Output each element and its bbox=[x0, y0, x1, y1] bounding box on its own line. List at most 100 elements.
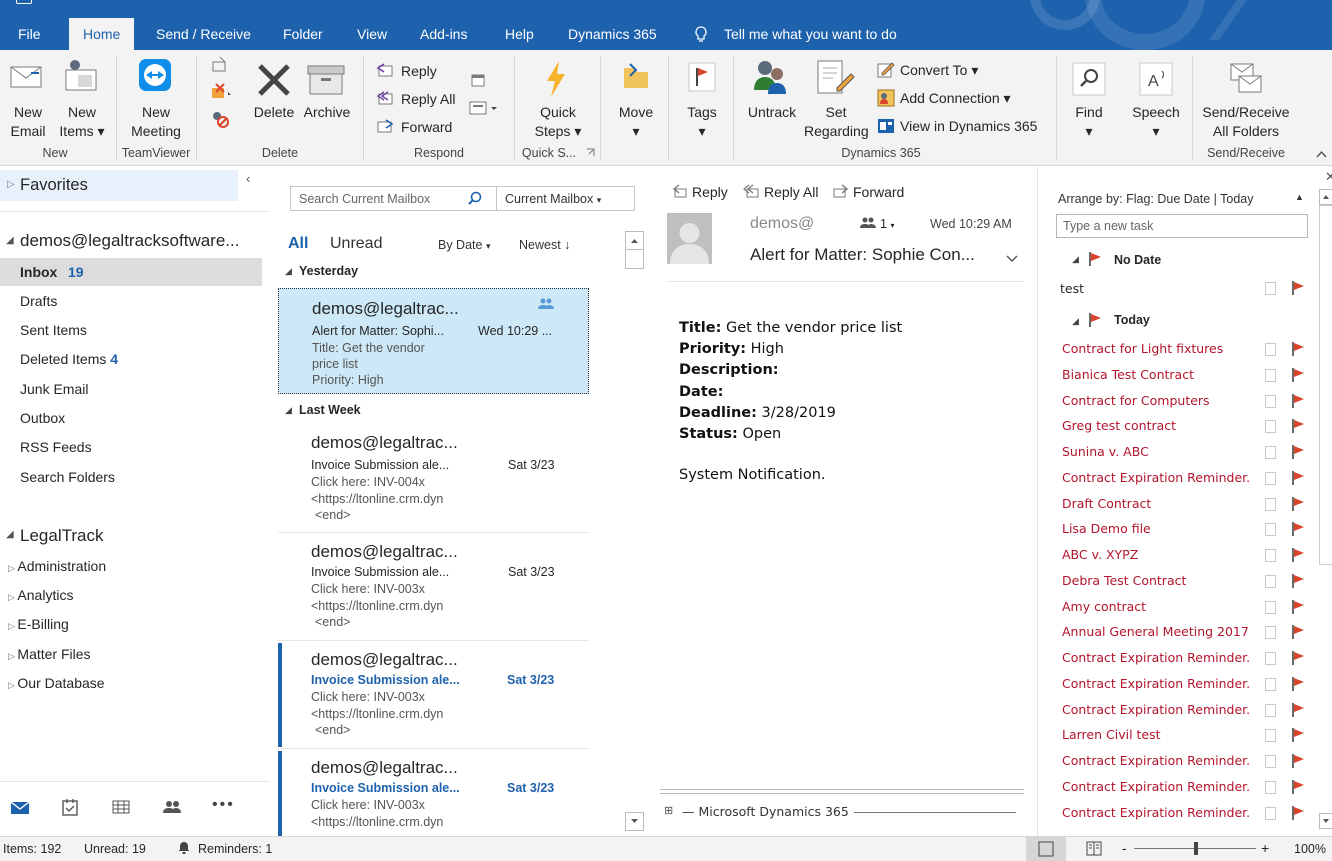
task-item[interactable]: Contract Expiration Reminder. bbox=[1062, 805, 1250, 820]
add-connection-button[interactable]: Add Connection ▾ bbox=[900, 89, 1011, 107]
view-in-dynamics-button[interactable]: View in Dynamics 365 bbox=[900, 117, 1037, 135]
task-item[interactable]: Larren Civil test bbox=[1062, 727, 1161, 742]
tab-file[interactable]: File bbox=[18, 18, 41, 50]
normal-view-button[interactable] bbox=[1026, 837, 1066, 861]
move-button[interactable]: Move ▾ bbox=[613, 103, 659, 141]
recipient-count[interactable]: 1 ▾ bbox=[880, 217, 894, 231]
tab-add-ins[interactable]: Add-ins bbox=[420, 18, 467, 50]
people-icon[interactable] bbox=[163, 800, 181, 814]
task-item[interactable]: Sunina v. ABC bbox=[1062, 444, 1149, 459]
task-item[interactable]: Contract Expiration Reminder. bbox=[1062, 753, 1250, 768]
dialog-launcher-icon[interactable] bbox=[586, 148, 595, 157]
reply-button[interactable]: Reply bbox=[692, 184, 728, 200]
expand-header-icon[interactable] bbox=[1006, 255, 1018, 263]
task-complete-checkbox[interactable] bbox=[1265, 549, 1276, 562]
collapse-ribbon-icon[interactable] bbox=[1316, 150, 1327, 158]
task-complete-checkbox[interactable] bbox=[1265, 729, 1276, 742]
account-header[interactable]: demos@legaltracksoftware... bbox=[20, 231, 239, 251]
quick-steps-button[interactable]: Quick Steps ▾ bbox=[533, 103, 583, 141]
task-complete-checkbox[interactable] bbox=[1265, 626, 1276, 639]
tab-dynamics-365[interactable]: Dynamics 365 bbox=[568, 18, 657, 50]
calendar-icon[interactable] bbox=[62, 798, 78, 816]
zoom-out-button[interactable]: - bbox=[1122, 840, 1127, 856]
task-complete-checkbox[interactable] bbox=[1265, 446, 1276, 459]
filter-all[interactable]: All bbox=[288, 235, 308, 253]
task-complete-checkbox[interactable] bbox=[1265, 575, 1276, 588]
set-regarding-button[interactable]: Set Regarding bbox=[804, 103, 869, 141]
task-item[interactable]: Contract Expiration Reminder. bbox=[1062, 650, 1250, 665]
folder-sent-items[interactable]: Sent Items bbox=[20, 322, 87, 338]
zoom-in-button[interactable]: + bbox=[1261, 840, 1269, 856]
archive-button[interactable]: Archive bbox=[301, 103, 353, 122]
task-complete-checkbox[interactable] bbox=[1265, 807, 1276, 820]
task-complete-checkbox[interactable] bbox=[1265, 704, 1276, 717]
folder-administration[interactable]: ▷ Administration bbox=[8, 558, 106, 574]
task-complete-checkbox[interactable] bbox=[1265, 678, 1276, 691]
task-item[interactable]: Contract Expiration Reminder. bbox=[1062, 702, 1250, 717]
task-item[interactable]: Lisa Demo file bbox=[1062, 521, 1151, 536]
find-button[interactable]: Find ▾ bbox=[1064, 103, 1114, 141]
task-complete-checkbox[interactable] bbox=[1265, 472, 1276, 485]
message-item-unread[interactable]: demos@legaltrac... Invoice Submission al… bbox=[278, 749, 589, 836]
flag-icon[interactable] bbox=[1291, 341, 1305, 356]
legaltrack-header[interactable]: LegalTrack bbox=[20, 526, 103, 546]
flag-icon[interactable] bbox=[1291, 702, 1305, 717]
task-item[interactable]: Contract for Light fixtures bbox=[1062, 341, 1223, 356]
scroll-thumb[interactable] bbox=[1319, 205, 1332, 565]
task-complete-checkbox[interactable] bbox=[1265, 343, 1276, 356]
flag-icon[interactable] bbox=[1291, 779, 1305, 794]
folder-search-folders[interactable]: Search Folders bbox=[20, 469, 115, 485]
more-icon[interactable]: ••• bbox=[212, 796, 235, 814]
flag-icon[interactable] bbox=[1291, 624, 1305, 639]
search-icon[interactable] bbox=[467, 191, 482, 206]
tab-send-receive[interactable]: Send / Receive bbox=[156, 18, 251, 50]
task-item[interactable]: Debra Test Contract bbox=[1062, 573, 1186, 588]
new-email-button[interactable]: New Email bbox=[8, 103, 48, 141]
message-item[interactable]: demos@legaltrac... Invoice Submission al… bbox=[278, 533, 589, 641]
flag-icon[interactable] bbox=[1291, 367, 1305, 382]
collapse-group-icon[interactable]: ◢ bbox=[285, 266, 292, 277]
favorites-row[interactable]: ▷ Favorites bbox=[0, 170, 238, 201]
delete-button[interactable]: Delete bbox=[253, 103, 295, 122]
tab-view[interactable]: View bbox=[357, 18, 387, 50]
task-item[interactable]: Contract Expiration Reminder. bbox=[1062, 470, 1250, 485]
forward-button[interactable]: Forward bbox=[853, 184, 904, 200]
folder-our-database[interactable]: ▷ Our Database bbox=[8, 675, 105, 691]
task-item[interactable]: Draft Contract bbox=[1062, 496, 1151, 511]
junk-icon[interactable] bbox=[211, 110, 233, 128]
flag-icon[interactable] bbox=[1291, 753, 1305, 768]
collapse-group-icon[interactable]: ◢ bbox=[285, 405, 292, 416]
send-receive-all-button[interactable]: Send/Receive All Folders bbox=[1197, 103, 1295, 141]
flag-icon[interactable] bbox=[1291, 521, 1305, 536]
folder-rss-feeds[interactable]: RSS Feeds bbox=[20, 439, 92, 455]
flag-icon[interactable] bbox=[1291, 547, 1305, 562]
convert-to-button[interactable]: Convert To ▾ bbox=[900, 61, 978, 79]
close-icon[interactable]: ✕ bbox=[1325, 169, 1332, 185]
task-item[interactable]: ABC v. XYPZ bbox=[1062, 547, 1138, 562]
flag-icon[interactable] bbox=[1291, 727, 1305, 742]
task-item[interactable]: Greg test contract bbox=[1062, 418, 1176, 433]
collapse-pane-icon[interactable]: ‹ bbox=[246, 171, 250, 186]
flag-icon[interactable] bbox=[1291, 444, 1305, 459]
expand-icon[interactable]: ⊞ bbox=[664, 804, 673, 817]
todo-scrollbar[interactable] bbox=[1319, 189, 1332, 833]
task-complete-checkbox[interactable] bbox=[1265, 652, 1276, 665]
new-meeting-button[interactable]: New Meeting bbox=[128, 103, 184, 141]
folder-deleted-items[interactable]: Deleted Items 4 bbox=[20, 351, 118, 367]
tell-me-box[interactable]: Tell me what you want to do bbox=[694, 18, 897, 50]
reply-all-button[interactable]: Reply All bbox=[401, 90, 455, 108]
task-complete-checkbox[interactable] bbox=[1265, 498, 1276, 511]
new-task-input[interactable]: Type a new task bbox=[1063, 219, 1153, 233]
addin-splitter[interactable] bbox=[660, 789, 1024, 790]
sort-up-icon[interactable]: ▲ bbox=[1295, 192, 1304, 202]
speech-button[interactable]: Speech ▾ bbox=[1128, 103, 1184, 141]
folder-analytics[interactable]: ▷ Analytics bbox=[8, 587, 73, 603]
arrange-by-label[interactable]: Arrange by: Flag: Due Date | Today bbox=[1058, 192, 1254, 206]
task-item[interactable]: Contract for Computers bbox=[1062, 393, 1210, 408]
flag-icon[interactable] bbox=[1291, 470, 1305, 485]
task-complete-checkbox[interactable] bbox=[1265, 420, 1276, 433]
tab-folder[interactable]: Folder bbox=[283, 18, 323, 50]
ignore-icon[interactable] bbox=[211, 56, 229, 74]
more-respond-icon[interactable] bbox=[469, 100, 499, 116]
folder-matter-files[interactable]: ▷ Matter Files bbox=[8, 646, 91, 662]
